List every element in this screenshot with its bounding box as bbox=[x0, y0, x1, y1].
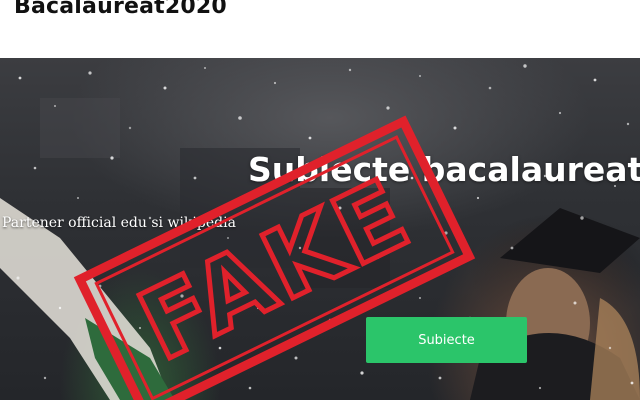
site-title[interactable]: Bacalaureat2020 bbox=[14, 0, 227, 19]
subiecte-button[interactable]: Subiecte bbox=[366, 317, 527, 363]
hero-subtitle: Partener official edu si wikipedia bbox=[2, 215, 236, 231]
site-header: Bacalaureat2020 bbox=[0, 0, 640, 58]
hero-banner: Subiecte bacalaureat Partener official e… bbox=[0, 58, 640, 400]
hero-heading: Subiecte bacalaureat bbox=[248, 150, 640, 189]
